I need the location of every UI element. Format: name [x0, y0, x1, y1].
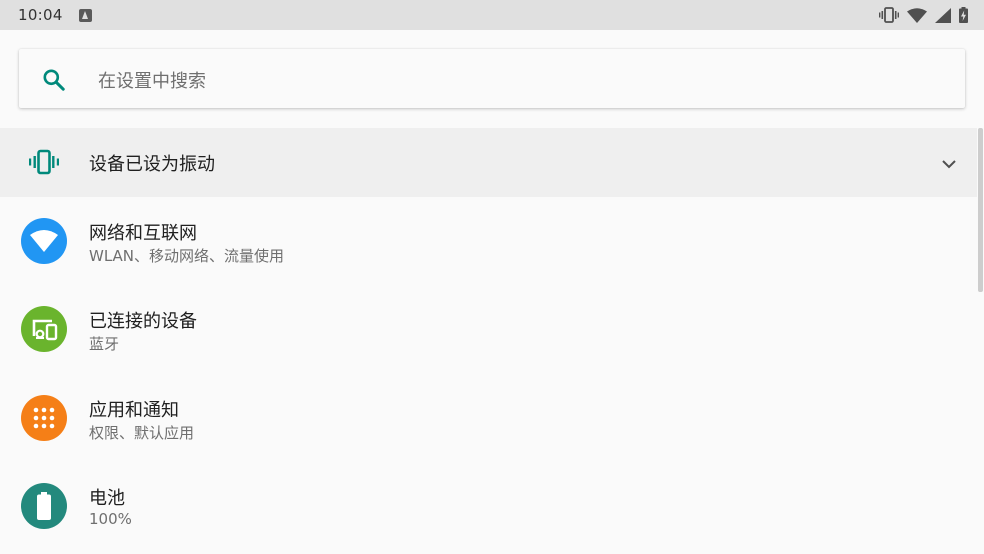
connected-devices-icon — [21, 306, 67, 352]
settings-item-summary: 权限、默认应用 — [89, 424, 195, 442]
wifi-icon — [21, 218, 67, 264]
settings-item-summary: 100% — [89, 510, 132, 528]
settings-item-title: 已连接的设备 — [89, 311, 197, 332]
settings-item-battery[interactable]: 电池 100% — [0, 462, 977, 550]
search-placeholder: 在设置中搜索 — [98, 71, 206, 92]
vibrate-status-icon — [879, 7, 899, 23]
wifi-status-icon — [907, 7, 927, 23]
vibrate-condition-row[interactable]: 设备已设为振动 — [0, 128, 977, 197]
settings-item-title: 应用和通知 — [89, 400, 179, 421]
settings-item-summary: 蓝牙 — [89, 335, 120, 353]
settings-item-network[interactable]: 网络和互联网 WLAN、移动网络、流量使用 — [0, 197, 977, 285]
status-clock: 10:04 — [18, 6, 63, 24]
battery-icon — [21, 483, 67, 529]
scrollbar-thumb[interactable] — [978, 128, 983, 292]
search-bar[interactable]: 在设置中搜索 — [19, 49, 965, 108]
notification-app-icon — [78, 8, 92, 22]
settings-item-apps[interactable]: 应用和通知 权限、默认应用 — [0, 374, 977, 462]
settings-item-summary: WLAN、移动网络、流量使用 — [89, 247, 285, 265]
vibrate-condition-title: 设备已设为振动 — [89, 154, 215, 175]
vibrate-icon — [29, 149, 59, 175]
settings-item-title: 电池 — [89, 488, 125, 509]
settings-item-title: 网络和互联网 — [89, 223, 197, 244]
battery-charging-status-icon — [959, 7, 968, 23]
status-bar: 10:04 — [0, 0, 984, 30]
apps-icon — [21, 395, 67, 441]
settings-item-connected-devices[interactable]: 已连接的设备 蓝牙 — [0, 285, 977, 373]
chevron-down-icon[interactable] — [939, 154, 959, 174]
search-icon — [43, 69, 65, 91]
cell-signal-icon — [935, 7, 951, 23]
